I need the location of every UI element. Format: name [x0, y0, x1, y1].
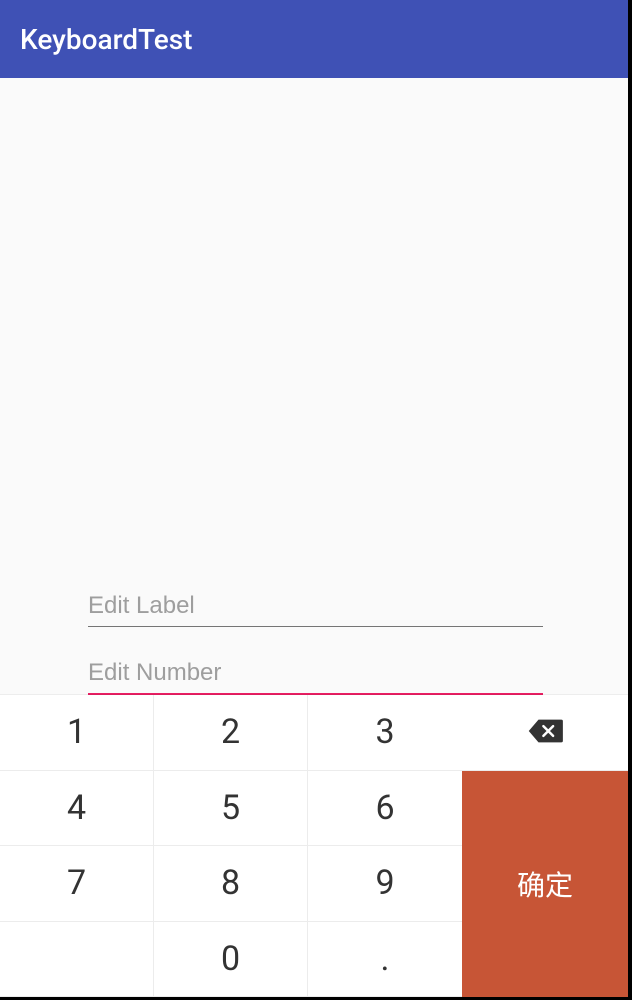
underline	[88, 626, 543, 627]
key-5[interactable]: 5	[154, 771, 308, 847]
app-title: KeyboardTest	[20, 23, 193, 56]
digit-grid: 1 2 3 4 5 6 7 8 9 0 .	[0, 695, 462, 997]
edit-number-input[interactable]	[88, 653, 543, 693]
key-8[interactable]: 8	[154, 846, 308, 922]
top-app-bar: KeyboardTest	[0, 0, 628, 78]
key-7[interactable]: 7	[0, 846, 154, 922]
confirm-label: 确定	[517, 864, 573, 904]
key-4[interactable]: 4	[0, 771, 154, 847]
edit-number-field[interactable]	[88, 653, 543, 695]
key-dot[interactable]: .	[308, 922, 462, 998]
key-1[interactable]: 1	[0, 695, 154, 771]
backspace-icon	[527, 718, 563, 748]
key-9[interactable]: 9	[308, 846, 462, 922]
key-6[interactable]: 6	[308, 771, 462, 847]
key-3[interactable]: 3	[308, 695, 462, 771]
numeric-keypad: 1 2 3 4 5 6 7 8 9 0 . 确定	[0, 695, 628, 997]
edit-label-input[interactable]	[88, 586, 543, 626]
edit-label-field[interactable]	[88, 586, 543, 627]
keypad-side-column: 确定	[462, 695, 628, 997]
backspace-key[interactable]	[462, 695, 628, 771]
confirm-key[interactable]: 确定	[462, 771, 628, 997]
key-2[interactable]: 2	[154, 695, 308, 771]
key-0[interactable]: 0	[154, 922, 308, 998]
content-area	[0, 78, 628, 695]
key-blank	[0, 922, 154, 998]
